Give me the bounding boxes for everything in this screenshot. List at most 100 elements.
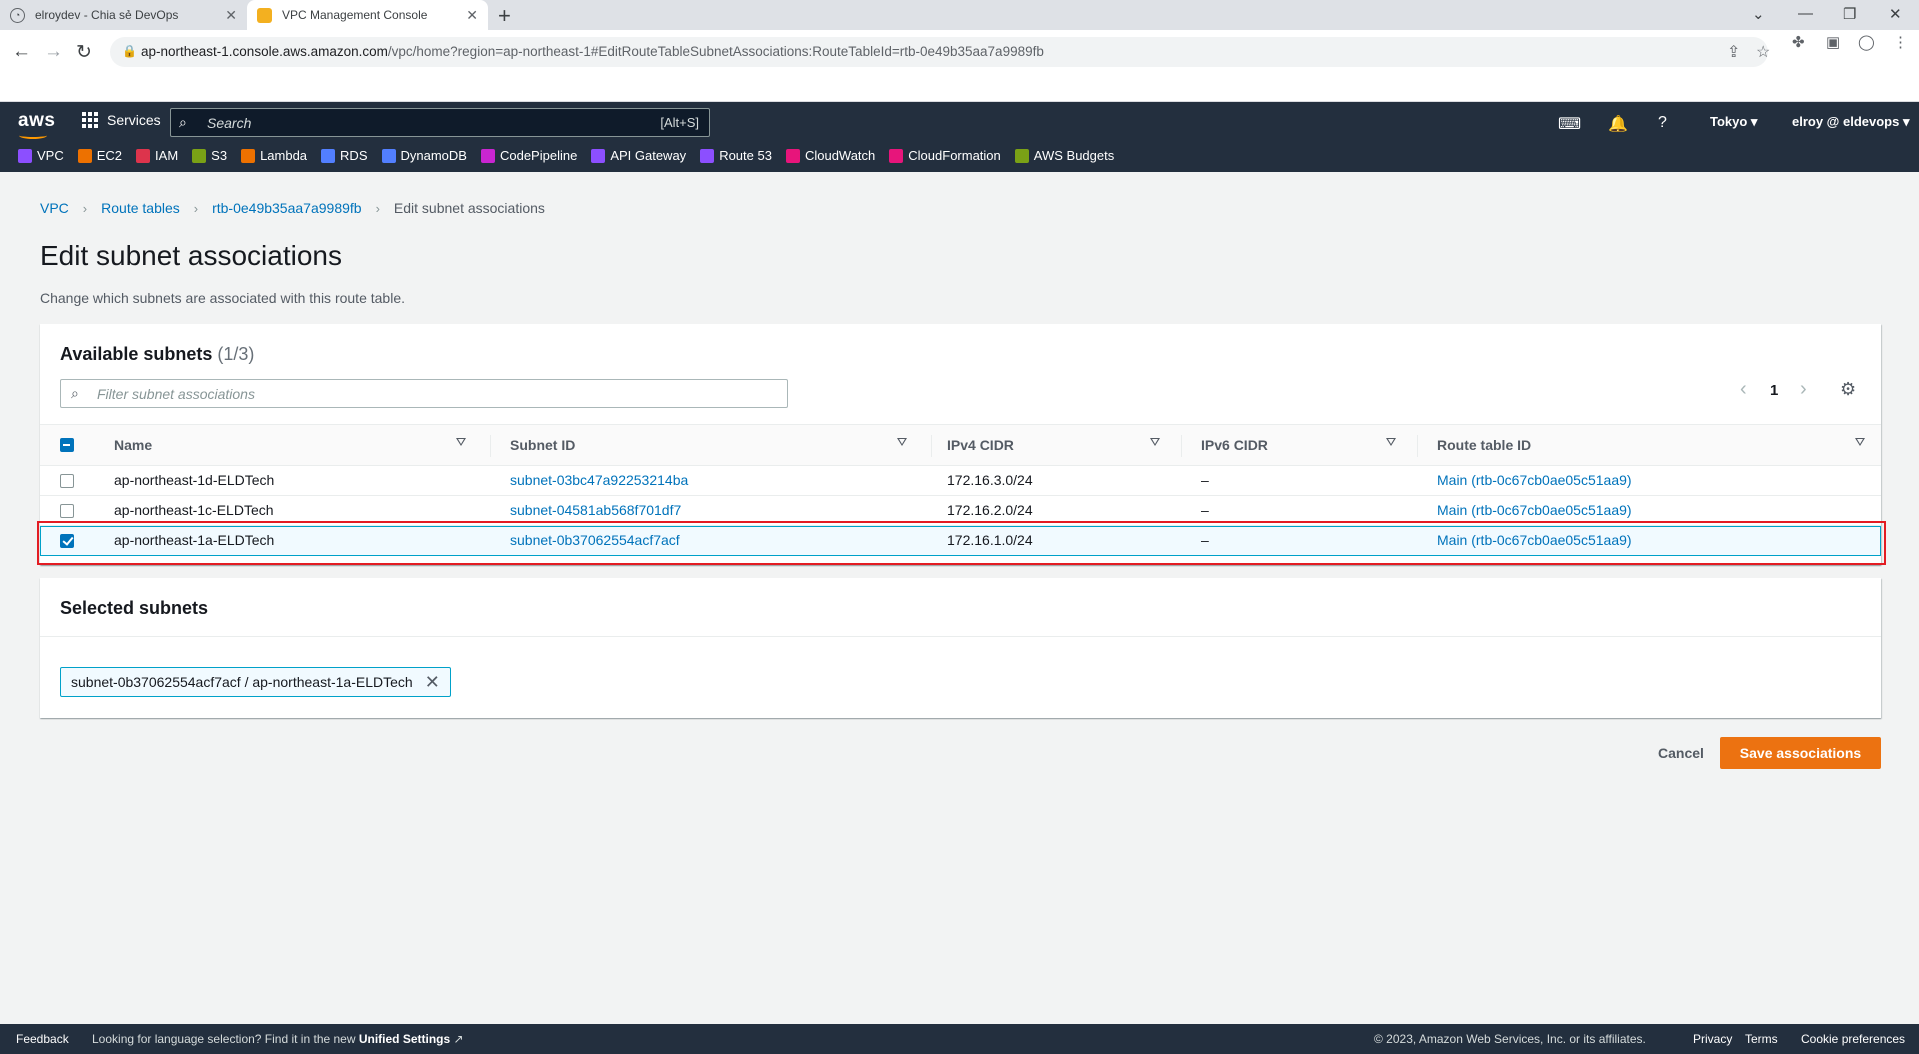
cancel-button[interactable]: Cancel [1644, 737, 1718, 769]
service-icon [1014, 148, 1029, 163]
share-icon[interactable]: ⇪ [1727, 42, 1740, 62]
lock-icon: 🔒 [122, 44, 137, 58]
row-checkbox[interactable] [60, 474, 74, 488]
favorite-route-53[interactable]: Route 53 [700, 148, 772, 163]
breadcrumb-vpc[interactable]: VPC [40, 200, 69, 216]
sort-icon[interactable] [1386, 438, 1396, 446]
service-icon [700, 148, 715, 163]
sort-icon[interactable] [1150, 438, 1160, 446]
favorite-aws-budgets[interactable]: AWS Budgets [1014, 148, 1114, 163]
column-ipv4-cidr[interactable]: IPv4 CIDR [947, 437, 1014, 453]
close-tab-icon[interactable]: ✕ [466, 8, 478, 22]
row-checkbox[interactable] [60, 504, 74, 518]
address-bar[interactable]: 🔒 ap-northeast-1.console.aws.amazon.com/… [110, 37, 1770, 67]
services-menu-button[interactable]: Services [82, 112, 161, 128]
select-all-checkbox[interactable] [60, 438, 74, 452]
cookie-preferences-link[interactable]: Cookie preferences [1801, 1032, 1905, 1046]
filter-subnet-input[interactable] [95, 384, 695, 404]
tab-search-chevron-icon[interactable]: ⌄ [1752, 5, 1765, 23]
favorite-label: Route 53 [719, 148, 772, 163]
favorite-s3[interactable]: S3 [192, 148, 227, 163]
favorite-iam[interactable]: IAM [136, 148, 178, 163]
filter-box[interactable]: ⌕ [60, 379, 788, 408]
column-divider [1181, 435, 1182, 457]
forward-icon[interactable]: → [44, 41, 63, 63]
service-icon [136, 148, 151, 163]
subnet-id-link[interactable]: subnet-03bc47a92253214ba [510, 472, 688, 488]
new-tab-icon[interactable]: + [498, 3, 511, 29]
column-route-table-id[interactable]: Route table ID [1437, 437, 1531, 453]
search-input[interactable] [205, 113, 605, 133]
favorite-cloudformation[interactable]: CloudFormation [889, 148, 1001, 163]
column-subnet-id[interactable]: Subnet ID [510, 437, 575, 453]
subnet-name: ap-northeast-1d-ELDTech [114, 472, 275, 488]
favorite-lambda[interactable]: Lambda [241, 148, 307, 163]
favorite-dynamodb[interactable]: DynamoDB [381, 148, 467, 163]
browser-tab-elroydev[interactable]: ◔ elroydev - Chia sẻ DevOps ✕ [0, 0, 247, 30]
previous-page-icon[interactable]: ‹ [1740, 378, 1747, 401]
favorite-label: RDS [340, 148, 368, 163]
privacy-link[interactable]: Privacy [1693, 1032, 1732, 1046]
help-icon[interactable]: ? [1658, 114, 1667, 132]
extensions-puzzle-icon[interactable]: ✤ [1792, 33, 1805, 51]
favorite-vpc[interactable]: VPC [18, 148, 64, 163]
close-tab-icon[interactable]: ✕ [225, 8, 237, 22]
reload-icon[interactable]: ↻ [76, 41, 92, 64]
favorite-label: S3 [211, 148, 228, 163]
region-selector[interactable]: Tokyo ▾ [1710, 114, 1757, 130]
notifications-bell-icon[interactable]: 🔔 [1608, 114, 1628, 134]
global-search-box[interactable]: ⌕ [Alt+S] [170, 108, 710, 137]
favorite-label: Lambda [260, 148, 308, 163]
terms-link[interactable]: Terms [1745, 1032, 1778, 1046]
side-panel-icon[interactable]: ▣ [1826, 33, 1840, 51]
bookmark-star-icon[interactable]: ☆ [1756, 42, 1770, 62]
route-table-link[interactable]: Main (rtb-0c67cb0ae05c51aa9) [1437, 502, 1632, 518]
service-icon [785, 148, 800, 163]
profile-avatar[interactable]: ◯ [1858, 33, 1875, 51]
site-favicon-icon: ◔ [10, 7, 25, 23]
favorite-api-gateway[interactable]: API Gateway [591, 148, 686, 163]
favorite-label: CodePipeline [499, 148, 578, 163]
route-table-link[interactable]: Main (rtb-0c67cb0ae05c51aa9) [1437, 472, 1632, 488]
service-icon [18, 148, 32, 163]
breadcrumb-route-tables[interactable]: Route tables [101, 200, 180, 216]
favorite-codepipeline[interactable]: CodePipeline [480, 148, 578, 163]
column-ipv6-cidr[interactable]: IPv6 CIDR [1201, 437, 1268, 453]
page-description: Change which subnets are associated with… [40, 290, 405, 306]
column-name[interactable]: Name [114, 437, 152, 453]
unified-settings-link[interactable]: Unified Settings [359, 1032, 450, 1046]
preferences-gear-icon[interactable]: ⚙ [1840, 379, 1856, 400]
favorite-ec2[interactable]: EC2 [77, 148, 122, 163]
subnet-id-link[interactable]: subnet-04581ab568f701df7 [510, 502, 681, 518]
page-number[interactable]: 1 [1770, 382, 1778, 399]
panel-heading: Selected subnets [60, 598, 209, 618]
save-associations-button[interactable]: Save associations [1720, 737, 1881, 769]
favorite-cloudwatch[interactable]: CloudWatch [785, 148, 875, 163]
favorite-label: CloudFormation [908, 148, 1001, 163]
browser-menu-icon[interactable]: ⋮ [1893, 33, 1908, 51]
remove-token-icon[interactable]: ✕ [425, 673, 440, 691]
cloudshell-icon[interactable]: ⌨ [1558, 114, 1581, 134]
browser-tab-vpc-console[interactable]: VPC Management Console ✕ [247, 0, 488, 30]
favorites-bar: VPC EC2 IAM S3 Lambda RDS DynamoDB CodePipeline… [18, 148, 1128, 163]
minimize-icon[interactable]: — [1798, 5, 1813, 22]
service-icon [591, 148, 606, 163]
account-menu[interactable]: elroy @ eldevops ▾ [1792, 114, 1909, 130]
page-title: Edit subnet associations [40, 240, 342, 271]
chevron-right-icon: › [193, 200, 199, 216]
window-close-icon[interactable]: ✕ [1889, 5, 1902, 23]
sort-icon[interactable] [456, 438, 466, 446]
sort-icon[interactable] [897, 438, 907, 446]
next-page-icon[interactable]: › [1800, 378, 1807, 401]
browser-toolbar: ← → ↻ 🔒 ap-northeast-1.console.aws.amazo… [0, 30, 1919, 102]
feedback-link[interactable]: Feedback [16, 1032, 69, 1046]
restore-icon[interactable]: ❐ [1843, 5, 1856, 23]
sort-icon[interactable] [1855, 438, 1865, 446]
search-shortcut: [Alt+S] [660, 115, 699, 130]
back-icon[interactable]: ← [12, 41, 31, 63]
table-row[interactable]: ap-northeast-1d-ELDTech subnet-03bc47a92… [40, 466, 1881, 496]
breadcrumb-route-table-id[interactable]: rtb-0e49b35aa7a9989fb [212, 200, 361, 216]
favorite-rds[interactable]: RDS [321, 148, 368, 163]
chevron-right-icon: › [375, 200, 380, 216]
aws-logo[interactable]: aws [18, 110, 55, 139]
